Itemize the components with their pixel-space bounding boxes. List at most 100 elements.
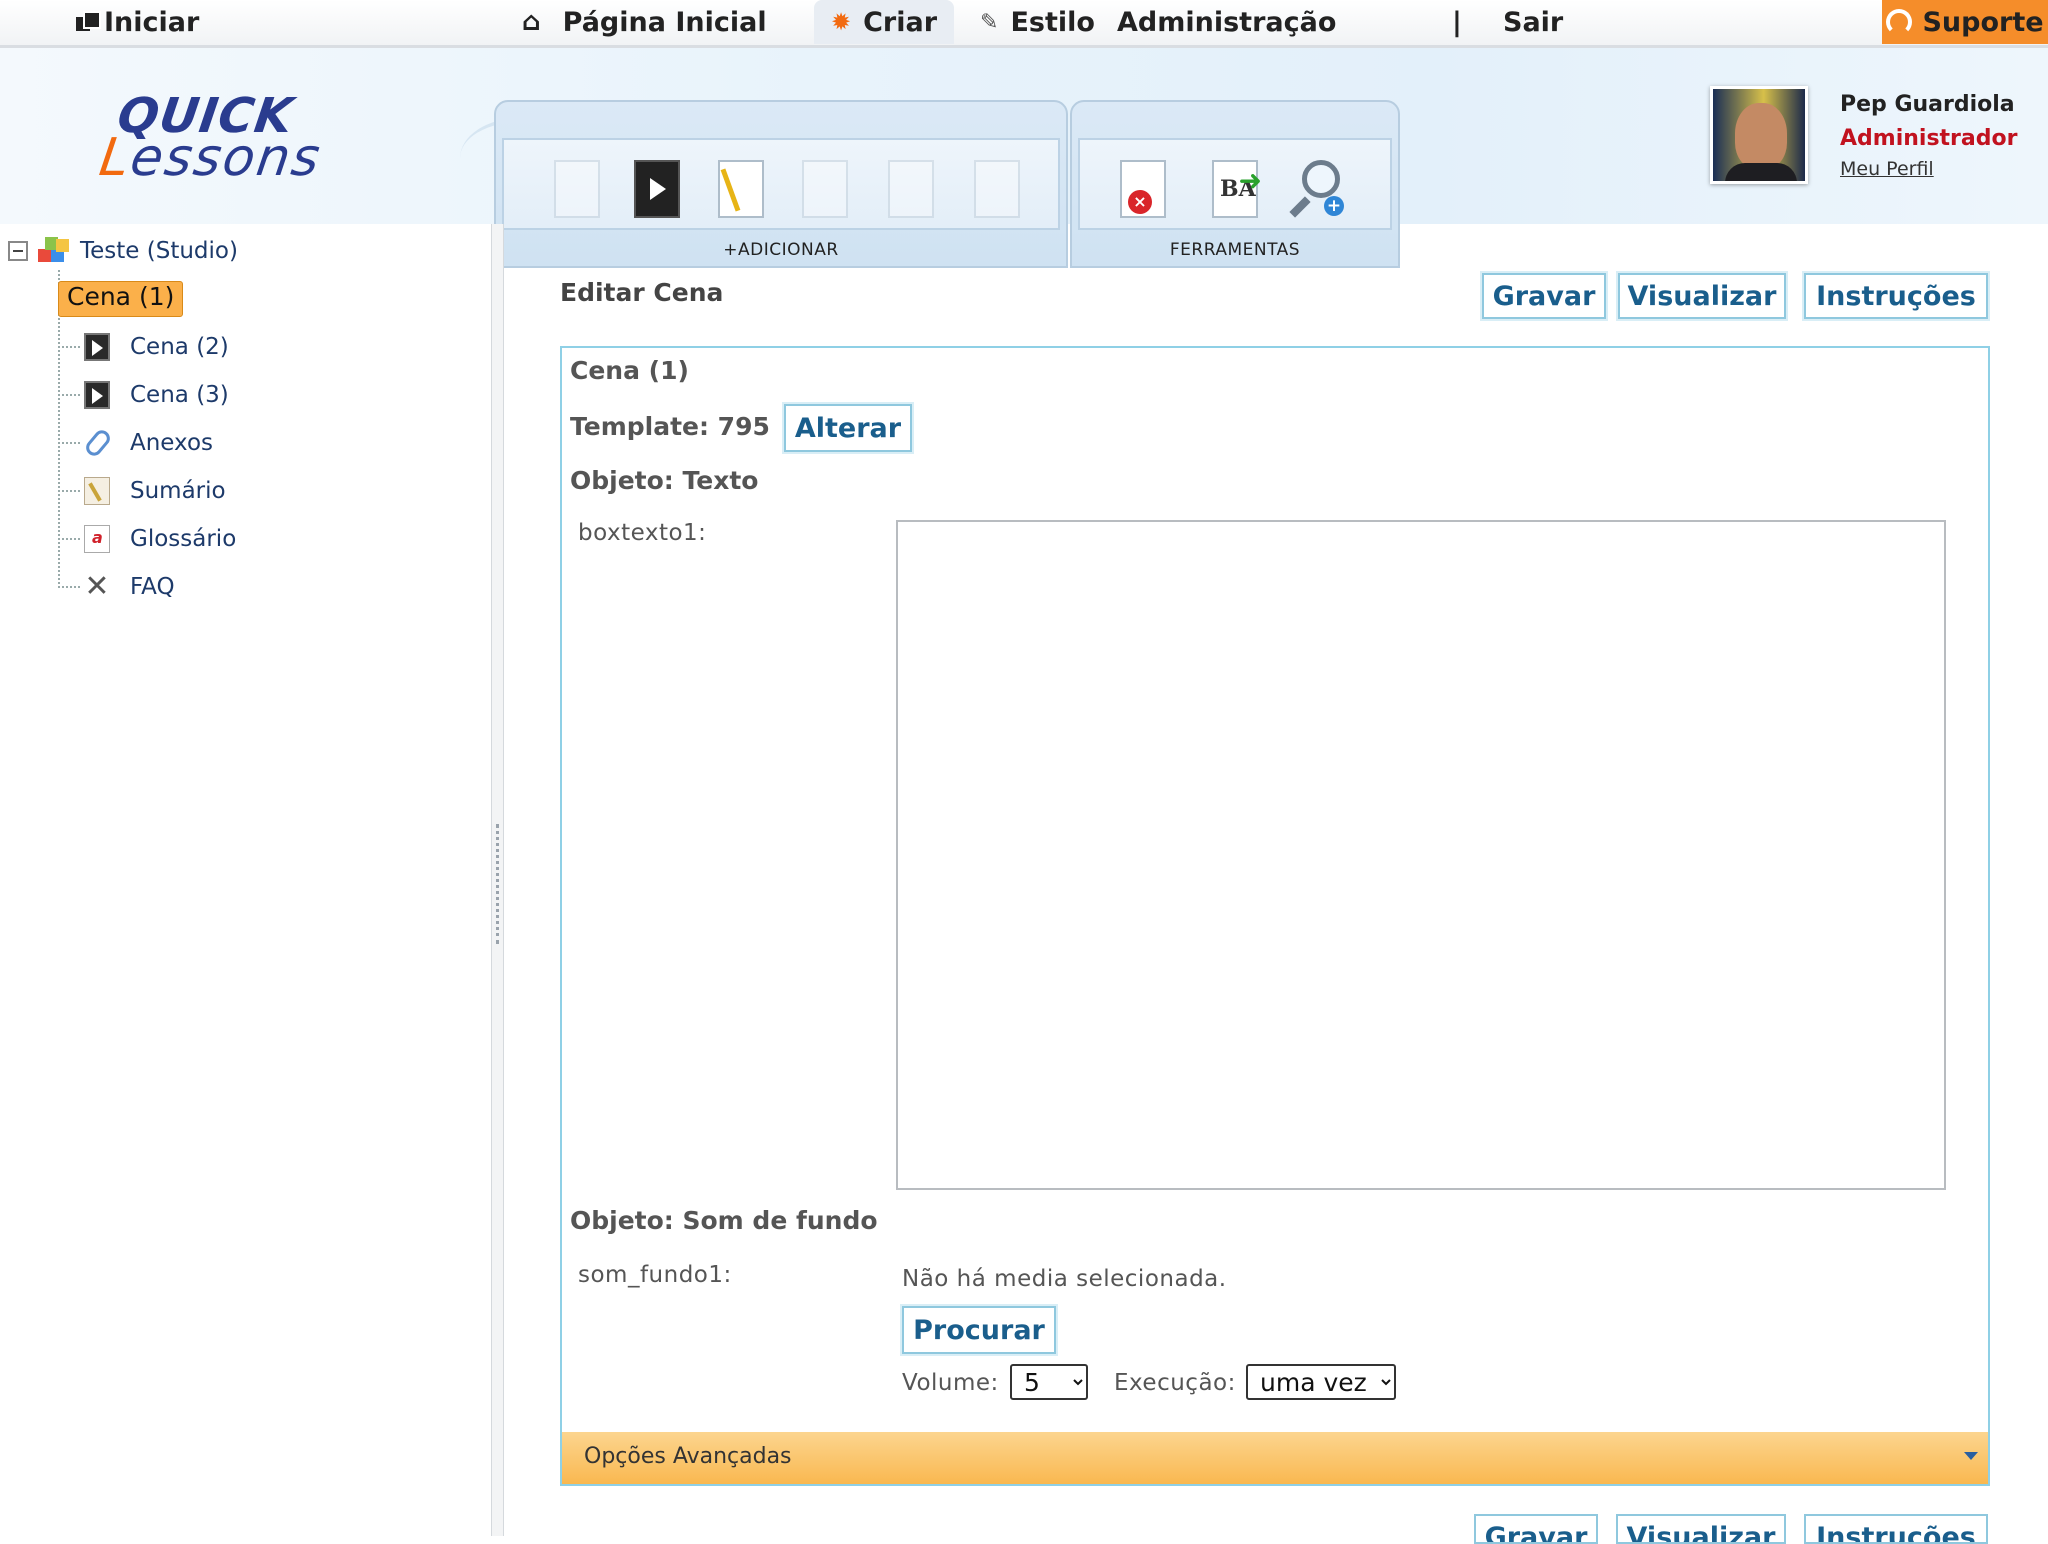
tree-root-label: Teste (Studio) xyxy=(80,238,238,264)
tools-toolbar-panel: × BA ➜ + FERRAMENTAS xyxy=(1070,100,1400,268)
tree-root[interactable]: Teste (Studio) xyxy=(8,231,238,271)
tree-branch-line xyxy=(58,586,80,588)
tree-item[interactable]: Anexos xyxy=(58,423,219,463)
cube-red xyxy=(38,249,51,262)
pane-splitter[interactable] xyxy=(492,224,504,1536)
browse-media-button[interactable]: Procurar xyxy=(902,1306,1056,1354)
glossary-icon xyxy=(84,525,110,553)
volume-select[interactable]: 5 xyxy=(1010,1364,1088,1400)
tree-item[interactable]: Cena (2) xyxy=(58,327,235,367)
collapse-icon[interactable] xyxy=(8,241,28,261)
gear-icon: ✹ xyxy=(830,8,852,36)
add-module-icon[interactable] xyxy=(974,160,1020,218)
preview-button[interactable]: Visualizar xyxy=(1618,273,1786,319)
tree-item[interactable]: Cena (3) xyxy=(58,375,235,415)
avatar-body xyxy=(1725,163,1797,181)
tree-item-label: Cena (1) xyxy=(58,281,184,317)
save-button[interactable]: Gravar xyxy=(1482,273,1606,319)
menu-iniciar-label: Iniciar xyxy=(104,6,200,38)
tools-icon: ✕ xyxy=(84,569,110,604)
tree-item-label: Sumário xyxy=(130,478,226,504)
menu-estilo[interactable]: ✎ Estilo xyxy=(980,0,1095,44)
pen-icon: ✎ xyxy=(980,9,999,35)
add-scene-icon[interactable] xyxy=(634,160,680,218)
preview-button-bottom[interactable]: Visualizar xyxy=(1616,1514,1786,1544)
boxtexto1-field[interactable] xyxy=(896,520,1946,1190)
add-toolbar-icons xyxy=(502,138,1060,230)
tree-item-label: Cena (3) xyxy=(130,382,229,408)
tree-item-label: Glossário xyxy=(130,526,237,552)
search-zoom-icon[interactable]: + xyxy=(1289,160,1344,218)
user-role: Administrador xyxy=(1840,126,2018,151)
instructions-button[interactable]: Instruções xyxy=(1804,273,1988,319)
menu-sair[interactable]: Sair xyxy=(1503,0,1563,44)
tree-branch-line xyxy=(58,346,80,348)
summary-icon xyxy=(84,477,110,505)
rename-icon[interactable]: BA ➜ xyxy=(1212,160,1262,218)
support-button[interactable]: Suporte xyxy=(1882,0,2048,44)
magnifier-handle xyxy=(1289,196,1311,218)
plus-icon: + xyxy=(1324,196,1344,216)
my-profile-link[interactable]: Meu Perfil xyxy=(1840,158,1934,180)
delete-icon[interactable]: × xyxy=(1120,160,1166,218)
no-media-text: Não há media selecionada. xyxy=(902,1266,1227,1292)
add-toolbar-caption: +ADICIONAR xyxy=(723,240,839,260)
splitter-grip xyxy=(496,824,499,944)
scene-tree-panel xyxy=(0,224,492,1536)
tree-item[interactable]: Glossário xyxy=(58,519,242,559)
tools-toolbar-caption: FERRAMENTAS xyxy=(1169,240,1301,260)
tree-item[interactable]: Sumário xyxy=(58,471,232,511)
execution-label: Execução: xyxy=(1114,1370,1236,1396)
template-label: Template: 795 xyxy=(570,412,770,441)
add-clipboard-icon[interactable] xyxy=(802,160,848,218)
tree-item-label: Anexos xyxy=(130,430,214,456)
menu-pagina-inicial-label: Página Inicial xyxy=(562,6,767,38)
advanced-options-toggle[interactable]: Opções Avançadas xyxy=(560,1432,1990,1486)
tree-branch-line xyxy=(58,442,80,444)
add-text-icon[interactable] xyxy=(718,160,764,218)
logo-line2: Lessons xyxy=(95,128,326,188)
green-arrow-icon: ➜ xyxy=(1238,164,1262,197)
tree-item-label: Cena (2) xyxy=(130,334,229,360)
object-text-heading: Objeto: Texto xyxy=(570,466,759,495)
tree-item-label: FAQ xyxy=(130,574,175,600)
top-menu-bar: Iniciar ⌂ Página Inicial ✹ Criar ✎ Estil… xyxy=(0,0,2048,48)
add-page-icon[interactable] xyxy=(554,160,600,218)
home-icon: ⌂ xyxy=(522,7,541,37)
tree-branch-line xyxy=(58,394,80,396)
instructions-button-bottom[interactable]: Instruções xyxy=(1804,1514,1988,1544)
add-list-icon[interactable] xyxy=(888,160,934,218)
menu-criar[interactable]: ✹ Criar xyxy=(814,0,954,44)
volume-label: Volume: xyxy=(902,1370,999,1396)
tree-item[interactable]: Cena (1) xyxy=(58,279,184,319)
studio-cubes-icon xyxy=(38,237,69,265)
scene-name: Cena (1) xyxy=(570,356,689,385)
tree-branch-line xyxy=(58,490,80,492)
boxtexto1-label: boxtexto1: xyxy=(578,520,707,546)
som-fundo1-label: som_fundo1: xyxy=(578,1262,732,1288)
menu-criar-label: Criar xyxy=(863,6,938,38)
change-template-button[interactable]: Alterar xyxy=(784,404,912,452)
avatar[interactable] xyxy=(1710,86,1808,184)
chevron-down-icon xyxy=(1964,1452,1978,1460)
magnifier-icon xyxy=(1302,160,1340,198)
object-sound-heading: Objeto: Som de fundo xyxy=(570,1206,878,1235)
scene-editor: Cena (1) Template: 795 Alterar Objeto: T… xyxy=(560,346,1990,1434)
menu-estilo-label: Estilo xyxy=(1010,6,1095,38)
menu-pagina-inicial[interactable]: ⌂ Página Inicial xyxy=(522,0,767,44)
support-label: Suporte xyxy=(1922,6,2044,38)
advanced-options-label: Opções Avançadas xyxy=(584,1444,792,1469)
execution-select[interactable]: uma vez xyxy=(1246,1364,1396,1400)
quick-lessons-logo: QUICK Lessons xyxy=(96,88,580,188)
save-button-bottom[interactable]: Gravar xyxy=(1474,1514,1598,1544)
avatar-face xyxy=(1735,103,1787,169)
menu-iniciar[interactable]: Iniciar xyxy=(76,0,199,44)
red-x-icon: × xyxy=(1128,190,1152,214)
windows-icon xyxy=(76,11,101,33)
menu-administracao[interactable]: Administração xyxy=(1117,0,1336,44)
page-title: Editar Cena xyxy=(560,278,724,307)
tree-item[interactable]: ✕ FAQ xyxy=(58,567,181,607)
menu-separator: | xyxy=(1452,6,1462,38)
cube-yellow xyxy=(56,239,69,252)
add-toolbar-panel: +ADICIONAR xyxy=(494,100,1068,268)
